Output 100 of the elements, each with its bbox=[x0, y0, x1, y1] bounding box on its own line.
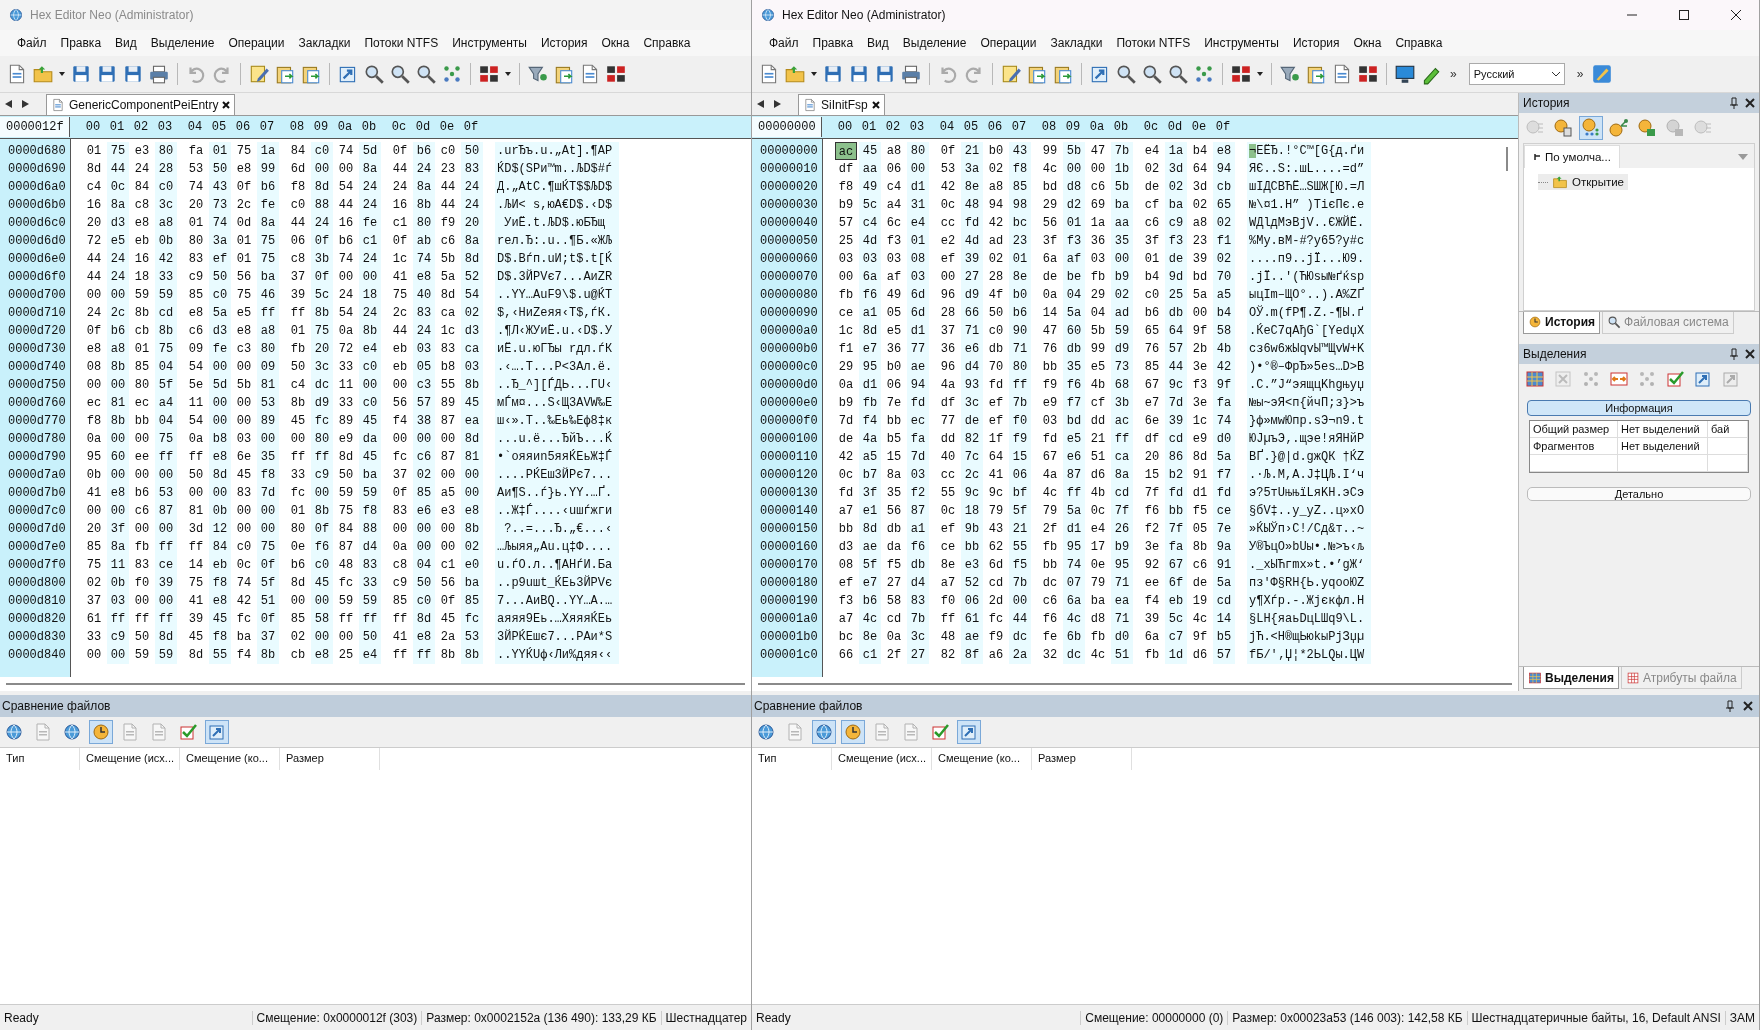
hex-byte[interactable]: 00 bbox=[155, 466, 177, 484]
hex-byte[interactable]: 71 bbox=[961, 322, 983, 340]
hex-byte[interactable]: 50 bbox=[209, 160, 231, 178]
hex-byte[interactable]: b8 bbox=[209, 430, 231, 448]
hex-byte[interactable]: ec bbox=[907, 412, 929, 430]
hex-byte[interactable]: 96 bbox=[937, 286, 959, 304]
hex-byte[interactable]: 42 bbox=[155, 250, 177, 268]
hex-byte[interactable]: b6 bbox=[257, 178, 279, 196]
hex-byte[interactable]: cd bbox=[883, 610, 905, 628]
hex-byte[interactable]: 1f bbox=[985, 430, 1007, 448]
hex-byte[interactable]: 4b bbox=[1087, 376, 1109, 394]
hex-byte[interactable]: de bbox=[1165, 250, 1187, 268]
hex-byte[interactable]: f8 bbox=[359, 502, 381, 520]
hex-byte[interactable]: 07 bbox=[1063, 574, 1085, 592]
hex-byte[interactable]: 3c bbox=[961, 394, 983, 412]
hex-byte[interactable]: 8a bbox=[461, 232, 483, 250]
hex-byte[interactable]: 85 bbox=[131, 358, 153, 376]
hex-byte[interactable]: e8 bbox=[413, 268, 435, 286]
hex-byte[interactable]: 6a bbox=[1039, 250, 1061, 268]
hex-byte[interactable]: 25 bbox=[1165, 286, 1187, 304]
hex-byte[interactable]: fb bbox=[859, 394, 881, 412]
hex-byte[interactable]: 50 bbox=[413, 574, 435, 592]
hex-byte[interactable]: c0 bbox=[311, 556, 333, 574]
hex-byte[interactable]: cc bbox=[937, 214, 959, 232]
hex-byte[interactable]: b6 bbox=[107, 322, 129, 340]
hex-byte[interactable]: 29 bbox=[1087, 286, 1109, 304]
hex-byte[interactable]: 5a bbox=[1213, 574, 1235, 592]
hex-byte[interactable]: ae bbox=[961, 628, 983, 646]
hex-byte[interactable]: fa bbox=[185, 142, 207, 160]
hex-byte[interactable]: 55 bbox=[937, 484, 959, 502]
hex-byte[interactable]: 03 bbox=[859, 250, 881, 268]
hex-byte[interactable]: 24 bbox=[131, 160, 153, 178]
hex-byte[interactable]: 5a bbox=[1189, 286, 1211, 304]
hex-byte[interactable]: 00 bbox=[233, 394, 255, 412]
hex-byte[interactable]: fd bbox=[961, 214, 983, 232]
hex-byte[interactable]: fc bbox=[311, 412, 333, 430]
hex-byte[interactable]: e7 bbox=[1141, 394, 1163, 412]
hex-byte[interactable]: 04 bbox=[155, 358, 177, 376]
hex-byte[interactable]: 45 bbox=[311, 574, 333, 592]
overflow-chevron[interactable]: » bbox=[1572, 67, 1588, 81]
hex-byte[interactable]: 00 bbox=[437, 520, 459, 538]
hex-byte[interactable]: 85 bbox=[1009, 178, 1031, 196]
hex-byte[interactable]: e4 bbox=[907, 214, 929, 232]
hex-byte[interactable]: 3a bbox=[209, 232, 231, 250]
hex-byte[interactable]: e9 bbox=[1189, 430, 1211, 448]
hex-byte[interactable]: 8e bbox=[961, 178, 983, 196]
hex-byte[interactable]: ef bbox=[985, 412, 1007, 430]
hex-byte[interactable]: 45 bbox=[185, 628, 207, 646]
hex-byte[interactable]: 36 bbox=[883, 340, 905, 358]
hex-byte[interactable]: 29 bbox=[1039, 196, 1061, 214]
hex-byte[interactable]: 44 bbox=[389, 322, 411, 340]
hex-byte[interactable]: 60 bbox=[107, 448, 129, 466]
hex-byte[interactable]: f0 bbox=[1009, 412, 1031, 430]
hex-byte[interactable]: 24 bbox=[359, 250, 381, 268]
hex-byte[interactable]: bb bbox=[1165, 502, 1187, 520]
hex-byte[interactable]: 24 bbox=[461, 196, 483, 214]
hex-byte[interactable]: e7 bbox=[859, 340, 881, 358]
hex-byte[interactable]: ff bbox=[257, 304, 279, 322]
hex-byte[interactable]: ff bbox=[1111, 430, 1133, 448]
hex-byte[interactable]: 45 bbox=[359, 412, 381, 430]
hex-byte[interactable]: 3d bbox=[1189, 178, 1211, 196]
hex-byte[interactable]: f3 bbox=[1063, 232, 1085, 250]
hex-byte[interactable]: f7 bbox=[1213, 466, 1235, 484]
hex-byte[interactable]: aa bbox=[1111, 214, 1133, 232]
hex-byte[interactable]: 00 bbox=[233, 412, 255, 430]
column-header[interactable]: Смещение (ко... bbox=[932, 748, 1032, 770]
hex-byte[interactable]: 8a bbox=[1111, 466, 1133, 484]
hex-byte[interactable]: 8d bbox=[311, 178, 333, 196]
hex-byte[interactable]: 3b bbox=[311, 250, 333, 268]
hex-byte[interactable]: 23 bbox=[1009, 232, 1031, 250]
hex-byte[interactable]: eb bbox=[389, 340, 411, 358]
close-icon[interactable] bbox=[1745, 98, 1755, 108]
hex-byte[interactable]: fa bbox=[907, 430, 929, 448]
hex-byte[interactable]: 03 bbox=[835, 250, 857, 268]
hex-byte[interactable]: b0 bbox=[985, 142, 1007, 160]
hex-byte[interactable]: cf bbox=[1141, 196, 1163, 214]
hex-byte[interactable]: 93 bbox=[961, 376, 983, 394]
hex-byte[interactable]: f3 bbox=[835, 592, 857, 610]
hex-byte[interactable]: ef bbox=[985, 394, 1007, 412]
hex-byte[interactable]: 41 bbox=[389, 628, 411, 646]
hex-byte[interactable]: 0f bbox=[83, 322, 105, 340]
menu-item[interactable]: Вид bbox=[108, 33, 144, 53]
menu-item[interactable]: Окна bbox=[594, 33, 637, 53]
hex-byte[interactable]: 06 bbox=[883, 160, 905, 178]
hex-byte[interactable]: 54 bbox=[185, 412, 207, 430]
hex-byte[interactable]: 04 bbox=[1087, 304, 1109, 322]
hex-byte[interactable]: 0c bbox=[937, 502, 959, 520]
hex-byte[interactable]: 66 bbox=[835, 646, 857, 664]
hex-byte[interactable]: 44 bbox=[389, 160, 411, 178]
hex-byte[interactable]: 4a bbox=[1039, 466, 1061, 484]
hex-byte[interactable]: fe bbox=[209, 340, 231, 358]
hex-byte[interactable]: 09 bbox=[185, 340, 207, 358]
hex-byte[interactable]: 14 bbox=[1213, 610, 1235, 628]
hex-byte[interactable]: e5 bbox=[1063, 430, 1085, 448]
hex-byte[interactable]: b2 bbox=[1165, 466, 1187, 484]
hex-byte[interactable]: 85 bbox=[413, 484, 435, 502]
hex-byte[interactable]: 7c bbox=[961, 448, 983, 466]
hex-byte[interactable]: 20 bbox=[461, 214, 483, 232]
hex-byte[interactable]: fd bbox=[907, 394, 929, 412]
menu-item[interactable]: Файл bbox=[762, 33, 806, 53]
